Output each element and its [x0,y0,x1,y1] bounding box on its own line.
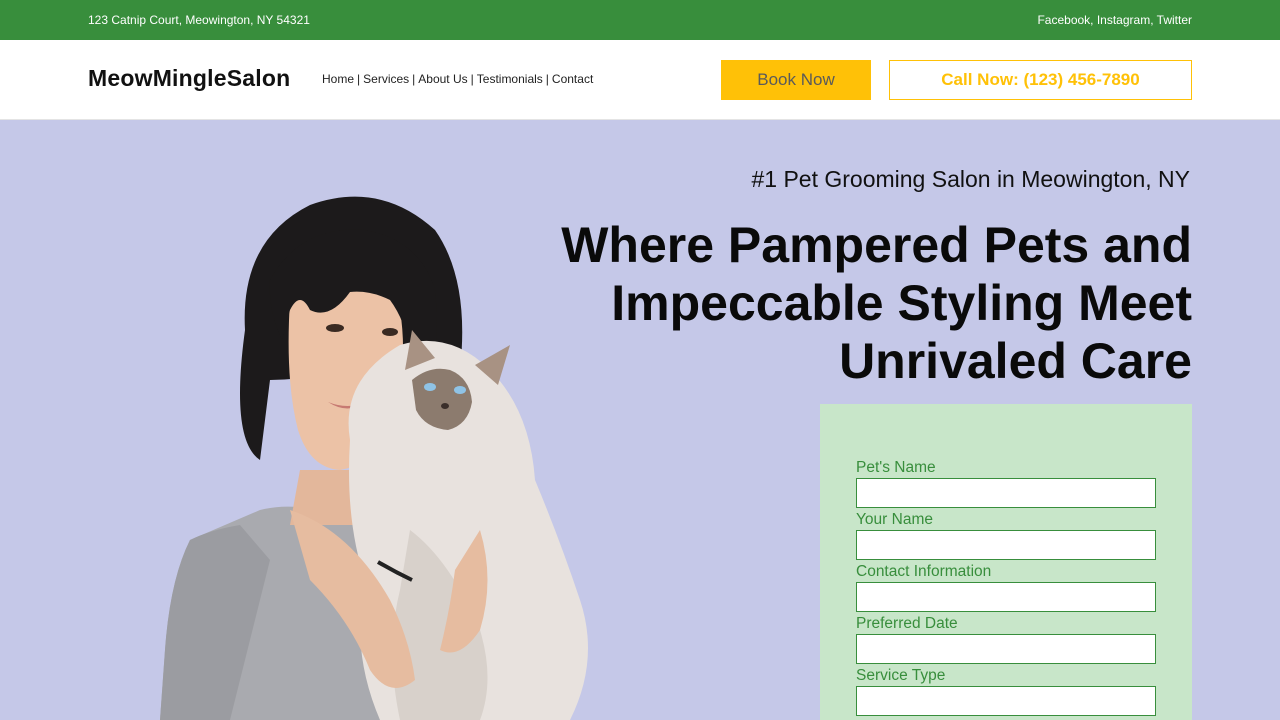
contact-information-input[interactable] [856,582,1156,612]
site-logo[interactable]: MeowMingleSalon [88,65,290,92]
social-links: Facebook, Instagram, Twitter [1037,13,1192,27]
service-type-field: Service Type [856,668,1156,716]
nav-testimonials[interactable]: Testimonials [477,72,543,86]
call-now-button[interactable]: Call Now: (123) 456-7890 [889,60,1192,100]
top-bar: 123 Catnip Court, Meowington, NY 54321 F… [0,0,1280,40]
hero-headline: Where Pampered Pets and Impeccable Styli… [561,217,1192,389]
your-name-field: Your Name [856,512,1156,560]
address-text: 123 Catnip Court, Meowington, NY 54321 [88,13,310,27]
twitter-link[interactable]: Twitter [1157,13,1192,27]
nav-contact[interactable]: Contact [552,72,593,86]
preferred-date-input[interactable] [856,634,1156,664]
nav-about-us[interactable]: About Us [418,72,467,86]
contact-information-label: Contact Information [856,563,992,580]
service-type-label: Service Type [856,667,946,684]
main-nav: Home | Services | About Us | Testimonials | Cont… [322,72,594,86]
preferred-date-label: Preferred Date [856,615,958,632]
book-now-button[interactable]: Book Now [721,60,871,100]
hero-tagline: #1 Pet Grooming Salon in Meowington, NY [751,166,1190,192]
hero-section: #1 Pet Grooming Salon in Meowington, NY … [0,120,1280,720]
contact-information-field: Contact Information [856,564,1156,612]
service-type-input[interactable] [856,686,1156,716]
nav-home[interactable]: Home [322,72,354,86]
instagram-link[interactable]: Instagram [1097,13,1150,27]
nav-services[interactable]: Services [363,72,409,86]
pets-name-input[interactable] [856,478,1156,508]
preferred-date-field: Preferred Date [856,616,1156,664]
pets-name-field: Pet's Name [856,460,1156,508]
your-name-input[interactable] [856,530,1156,560]
site-header: MeowMingleSalon Home | Services | About Us | T… [0,40,1280,120]
pets-name-label: Pet's Name [856,459,936,476]
facebook-link[interactable]: Facebook [1037,13,1090,27]
your-name-label: Your Name [856,511,933,528]
booking-form: Pet's Name Your Name Contact Information… [820,404,1192,720]
